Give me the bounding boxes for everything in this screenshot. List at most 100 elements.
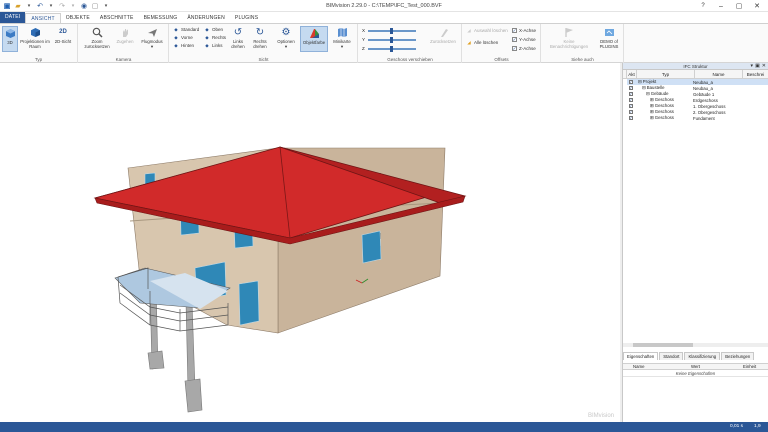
watermark: BIMvision <box>587 413 614 419</box>
minikarte-button[interactable]: Minikarte ▾ <box>330 26 354 49</box>
dropdown-arrow-icon: ▾ <box>150 44 154 49</box>
tab-objekte[interactable]: OBJEKTE <box>61 13 95 23</box>
row-typ: Geschoss <box>654 115 674 120</box>
view-standard-button[interactable]: ◆ Standard <box>173 26 199 33</box>
rotate-right-icon: ↻ <box>255 26 265 38</box>
slider-y[interactable]: Y <box>362 36 417 43</box>
checkbox-checked-icon[interactable]: ✓ <box>629 80 633 84</box>
col-prop-name[interactable]: Name <box>633 364 691 369</box>
view-links-button[interactable]: ◆ Links <box>204 42 222 49</box>
checkbox-checked-icon[interactable]: ✓ <box>629 92 633 96</box>
ribbon: 3D Projektionen im Raum 2D 2D-Sicht Typ … <box>0 23 768 63</box>
tab-standort[interactable]: Standort <box>659 352 684 360</box>
magnifier-icon <box>91 26 103 38</box>
group-offsets-name: Offsets <box>494 57 509 62</box>
col-akt[interactable]: Akt <box>627 70 637 78</box>
view-rechts-label: Rechts <box>212 35 227 40</box>
slider-y-label: Y <box>362 37 366 42</box>
col-typ[interactable]: Typ <box>637 70 695 78</box>
z-achse-checkbox[interactable]: ✓ Z-Achse <box>512 45 536 52</box>
pin-icon[interactable]: ▾ <box>751 63 754 70</box>
slider-z-thumb[interactable] <box>389 45 393 52</box>
ifc-tree: ✓ ⊟ Projekt Neubau_a ✓ ⊟ Baustelle Neuba… <box>623 79 768 121</box>
row-name: Neubau_a <box>693 85 713 91</box>
checkbox-checked-icon[interactable]: ✓ <box>512 37 517 42</box>
view-2d-button[interactable]: 2D 2D-Sicht <box>52 26 74 45</box>
view-oben-button[interactable]: ◆ Oben <box>204 26 223 33</box>
tree-row[interactable]: ✓ ⊞ Geschoss Fundament <box>627 115 768 121</box>
view-standard-label: Standard <box>181 27 200 32</box>
3d-viewport[interactable]: BIMvision <box>0 63 620 422</box>
checkbox-checked-icon[interactable]: ✓ <box>629 116 633 120</box>
group-kamera: Zoom zurücksetzen Zugehen Flugmodus ▾ Ka… <box>79 24 169 63</box>
checkbox-checked-icon[interactable]: ✓ <box>629 110 633 114</box>
links-drehen-label: Links drehen <box>231 39 245 49</box>
slider-z[interactable]: Z <box>362 45 416 52</box>
x-achse-checkbox[interactable]: ✓ X-Achse <box>512 27 536 34</box>
tab-aenderungen[interactable]: ÄNDERUNGEN <box>182 13 230 23</box>
dock-icon[interactable]: ▣ <box>755 63 760 70</box>
checkbox-checked-icon[interactable]: ✓ <box>629 86 633 90</box>
auswahl-loeschen-button[interactable]: ◢ Auswahl löschen <box>466 27 508 34</box>
tab-abschnitte[interactable]: ABSCHNITTE <box>95 13 139 23</box>
zuruecksetzen-label: Zurücksetzen <box>430 39 456 44</box>
close-icon[interactable]: ✕ <box>748 1 766 11</box>
slider-x-label: X <box>362 28 366 33</box>
slider-x-thumb[interactable] <box>390 27 394 34</box>
zuruecksetzen-button[interactable]: Zurücksetzen <box>427 26 459 44</box>
projection-icon <box>29 26 41 38</box>
y-achse-checkbox[interactable]: ✓ Y-Achse <box>512 36 536 43</box>
tab-klassifizierung[interactable]: Klassifizierung <box>684 352 721 360</box>
col-name[interactable]: Name <box>695 70 743 78</box>
col-prop-einheit[interactable]: Einheit <box>743 364 767 369</box>
zugehen-button[interactable]: Zugehen <box>113 26 137 44</box>
tab-eigenschaften[interactable]: Eigenschaften <box>623 352 659 360</box>
slider-x-track[interactable] <box>368 27 417 34</box>
tab-datei[interactable]: DATEI <box>0 12 26 23</box>
objektfarbe-button[interactable]: Objektfarbe <box>300 26 328 52</box>
minimize-icon[interactable]: – <box>712 1 730 11</box>
view-hinten-button[interactable]: ◆ Hinten <box>173 42 194 49</box>
tab-ansicht[interactable]: ANSICHT <box>25 13 61 23</box>
building-model[interactable] <box>0 63 620 422</box>
slider-x[interactable]: X <box>362 27 417 34</box>
scroll-thumb[interactable] <box>633 343 693 347</box>
row-typ: Geschoss <box>654 103 674 108</box>
cube-back-icon: ◆ <box>174 42 178 48</box>
ifc-hscrollbar[interactable] <box>623 343 768 347</box>
tab-bemessung[interactable]: BEMESSUNG <box>139 13 183 23</box>
slider-y-thumb[interactable] <box>390 36 394 43</box>
checkbox-checked-icon[interactable]: ✓ <box>629 98 633 102</box>
demo-plugins-button[interactable]: DEMO of PLUGINS <box>596 26 622 49</box>
status-bar: 0,01 s 1,9 <box>0 422 768 432</box>
projektionen-label: Projektionen im Raum <box>20 39 50 49</box>
slider-y-track[interactable] <box>368 36 417 43</box>
zoom-reset-button[interactable]: Zoom zurücksetzen <box>83 26 111 49</box>
checkbox-checked-icon[interactable]: ✓ <box>512 28 517 33</box>
view-vorne-button[interactable]: ◆ Vorne <box>173 34 193 41</box>
col-prop-wert[interactable]: Wert <box>691 364 743 369</box>
tab-plugins[interactable]: PLUGINS <box>230 13 263 23</box>
close-icon[interactable]: ✕ <box>762 63 766 70</box>
flugmodus-button[interactable]: Flugmodus ▾ <box>139 26 165 49</box>
maximize-icon[interactable]: ▢ <box>730 1 748 11</box>
alle-loeschen-button[interactable]: ◢ Alle löschen <box>466 39 498 46</box>
view-3d-button[interactable]: 3D <box>2 26 18 52</box>
help-icon[interactable]: ? <box>694 1 712 11</box>
rechts-drehen-button[interactable]: ↻ Rechts drehen <box>250 26 270 49</box>
view-2d-icon: 2D <box>59 28 67 35</box>
x-achse-label: X-Achse <box>519 28 537 33</box>
checkbox-checked-icon[interactable]: ✓ <box>512 46 517 51</box>
benachrichtigungen-button[interactable]: Keine Benachrichtigungen <box>544 26 594 49</box>
row-typ: Geschoss <box>654 97 674 102</box>
projektionen-button[interactable]: Projektionen im Raum <box>20 26 50 49</box>
col-beschreibung[interactable]: Beschrei <box>743 70 768 78</box>
tab-beziehungen[interactable]: Beziehungen <box>721 352 755 360</box>
checkbox-checked-icon[interactable]: ✓ <box>629 104 633 108</box>
slider-z-track[interactable] <box>367 45 416 52</box>
cube-3d-icon <box>4 27 16 39</box>
window-title: BIMvision 2.29.0 - C:\TEMP\IFC_Test_000.… <box>326 3 442 9</box>
view-rechts-button[interactable]: ◆ Rechts <box>204 34 226 41</box>
links-drehen-button[interactable]: ↺ Links drehen <box>228 26 248 49</box>
optionen-button[interactable]: ⚙ Optionen ▾ <box>274 26 298 49</box>
